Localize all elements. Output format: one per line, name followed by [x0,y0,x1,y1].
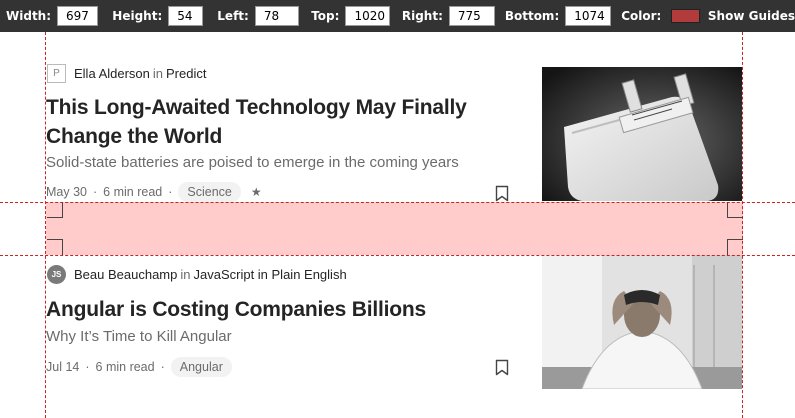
article-2-subtitle[interactable]: Why It’s Time to Kill Angular [46,328,232,345]
article-2-byline: JS Beau Beauchamp in JavaScript in Plain… [47,265,347,284]
battery-photo [542,67,742,201]
bottom-label: Bottom: [504,9,560,23]
show-guides-label[interactable]: Show Guides [708,9,795,23]
top-field[interactable]: 1020 [345,6,390,26]
author-name[interactable]: Beau Beauchamp [74,267,177,282]
article-2-thumbnail[interactable] [542,255,742,389]
top-left-corner-marker [47,202,63,218]
author-avatar[interactable]: JS [47,265,66,284]
right-label: Right: [401,9,443,23]
stressed-man-photo [542,255,742,389]
article-1-byline: P Ella Alderson in Predict [47,64,206,83]
publication-avatar[interactable]: P [47,64,66,83]
separator-dot: · [160,360,165,374]
top-label: Top: [311,9,340,23]
top-right-corner-marker [727,202,743,218]
article-1-subtitle[interactable]: Solid-state batteries are poised to emer… [46,154,459,171]
article-2-title[interactable]: Angular is Costing Companies Billions [46,295,516,324]
separator-dot: · [85,360,90,374]
topic-tag[interactable]: Science [178,182,241,202]
read-time: 6 min read [95,360,155,374]
member-star-icon: ★ [250,185,262,199]
height-label: Height: [112,9,163,23]
separator-dot: · [93,185,98,199]
bookmark-icon[interactable] [495,185,509,202]
bottom-left-corner-marker [47,239,63,255]
right-field[interactable]: 775 [448,6,495,26]
color-label: Color: [621,9,662,23]
bottom-guide [0,255,795,256]
in-text: in [180,267,191,282]
selection-highlight [46,202,743,255]
height-field[interactable]: 54 [168,6,204,26]
bottom-field[interactable]: 1074 [565,6,612,26]
top-guide [0,202,795,203]
left-label: Left: [217,9,249,23]
topic-tag[interactable]: Angular [170,357,232,377]
article-1-footer: May 30 · 6 min read · Science ★ [46,182,262,202]
publication-name[interactable]: JavaScript in Plain English [193,267,346,282]
publish-date: May 30 [46,185,87,199]
bookmark-icon[interactable] [495,359,509,376]
width-field[interactable]: 697 [57,6,99,26]
right-guide [742,32,743,418]
publish-date: Jul 14 [46,360,80,374]
read-time: 6 min read [103,185,163,199]
author-name[interactable]: Ella Alderson [74,66,150,81]
article-2-footer: Jul 14 · 6 min read · Angular [46,357,232,377]
left-guide [45,32,46,418]
publication-name[interactable]: Predict [166,66,206,81]
measurement-toolbar: Width: 697 Height: 54 Left: 78 Top: 1020… [0,0,795,32]
bottom-right-corner-marker [727,239,743,255]
width-label: Width: [6,9,52,23]
article-1-thumbnail[interactable] [542,67,742,201]
left-field[interactable]: 78 [254,6,300,26]
in-text: in [152,66,164,81]
color-swatch[interactable] [671,9,700,23]
separator-dot: · [168,185,173,199]
article-1-title[interactable]: This Long-Awaited Technology May Finally… [46,93,516,151]
